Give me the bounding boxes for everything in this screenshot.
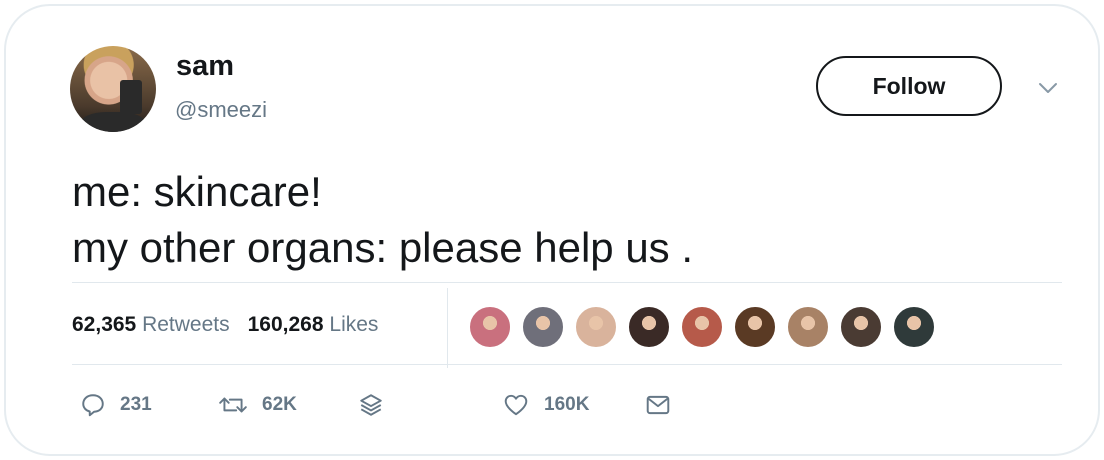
likes-stat[interactable]: 160,268 Likes [248, 313, 379, 337]
tweet-stats: 62,365 Retweets 160,268 Likes [72, 313, 378, 337]
avatar-2[interactable] [521, 305, 565, 349]
reply-count: 231 [120, 394, 152, 415]
retweets-label: Retweets [142, 313, 230, 336]
layers-action[interactable] [358, 392, 384, 418]
heart-icon [504, 394, 528, 416]
tweet-text-line: my other organs: please help us . [72, 224, 694, 271]
avatar-6[interactable] [733, 305, 777, 349]
avatar-1[interactable] [468, 305, 512, 349]
author-handle[interactable]: @smeezi [175, 97, 267, 123]
author-name[interactable]: sam [176, 50, 234, 83]
chevron-down-icon[interactable] [1036, 76, 1060, 100]
likes-label: Likes [329, 313, 379, 336]
like-action[interactable]: 160K [502, 392, 589, 418]
avatar-5[interactable] [680, 305, 724, 349]
avatar-7[interactable] [786, 305, 830, 349]
divider [72, 282, 1062, 283]
divider [72, 364, 1062, 365]
tweet-text: me: skincare! my other organs: please he… [72, 164, 693, 276]
reply-action[interactable]: 231 [80, 392, 152, 418]
follow-button[interactable]: Follow [816, 56, 1002, 116]
action-bar: 231 62K 160K [6, 392, 1098, 428]
retweet-action[interactable]: 62K [218, 392, 297, 418]
message-action[interactable] [644, 392, 672, 418]
tweet-text-line: me: skincare! [72, 168, 322, 215]
avatar-9[interactable] [892, 305, 936, 349]
avatar-8[interactable] [839, 305, 883, 349]
avatar-3[interactable] [574, 305, 618, 349]
retweet-count: 62K [262, 394, 297, 415]
retweets-count: 62,365 [72, 313, 137, 336]
author-avatar[interactable] [70, 46, 156, 132]
avatar-4[interactable] [627, 305, 671, 349]
like-count: 160K [544, 394, 590, 415]
likers-avatars [468, 305, 936, 349]
likes-count: 160,268 [247, 313, 324, 336]
envelope-icon [646, 395, 670, 415]
retweets-stat[interactable]: 62,365 Retweets [72, 313, 230, 337]
tweet-card: sam @smeezi Follow me: skincare! my othe… [4, 4, 1100, 456]
retweet-icon [219, 397, 247, 413]
reply-icon [82, 394, 104, 417]
stats-divider [447, 288, 448, 368]
layers-icon [360, 394, 382, 416]
